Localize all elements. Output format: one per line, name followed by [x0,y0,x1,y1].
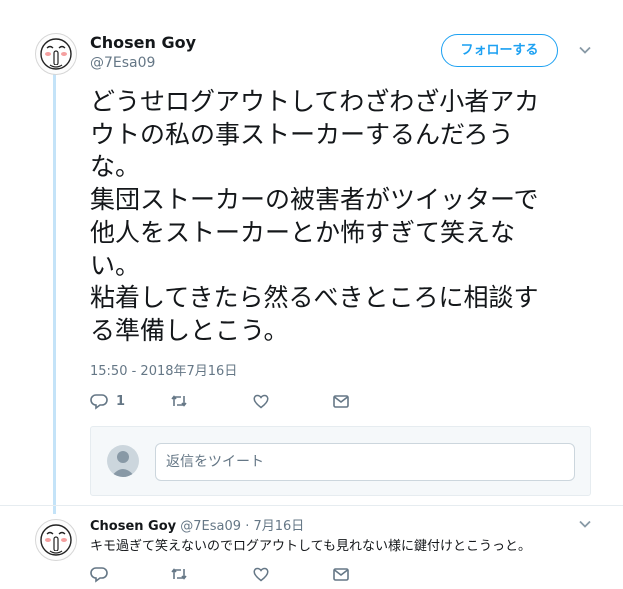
reply-header: Chosen Goy @7Esa09 · 7月16日 [90,515,304,534]
reply-retweet-button[interactable] [170,565,188,583]
reply-author-name[interactable]: Chosen Goy [90,519,176,534]
reply-more-options-chevron-icon[interactable] [578,516,592,535]
tweet-text-line: る準備しとこう。 [90,315,289,345]
tweet-timestamp[interactable]: 15:50 - 2018年7月16日 [90,360,237,379]
retweet-icon [171,568,187,580]
reply-input[interactable]: 返信をツイート [155,443,575,481]
default-user-icon [111,451,135,477]
tweet-text-line: 粘着してきたら然るべきところに相談す [90,283,539,313]
shush-face-icon [40,524,72,556]
mail-icon [333,568,349,581]
reply-count: 1 [116,393,126,409]
tweet-text-line: ウトの私の事ストーカーするんだろう [90,119,514,149]
reply-author-handle[interactable]: @7Esa09 [180,519,241,534]
shush-face-icon [40,38,72,70]
reply-author-avatar[interactable] [35,519,77,561]
reply-text: キモ過ぎて笑えないのでログアウトしても見れない様に鍵付けとこうっと。 [90,539,531,554]
tweet-text: どうせログアウトしてわざわざ小者アカ ウトの私の事ストーカーするんだろう な。 … [90,86,610,348]
tweet-text-line: 他人をストーカーとか怖すぎて笑えな [90,217,516,247]
heart-icon [253,394,269,409]
heart-icon [253,567,269,582]
follow-button[interactable]: フォローする [441,34,558,67]
reply-separator: · [245,519,250,534]
reply-compose-box: 返信をツイート [90,426,591,496]
author-handle[interactable]: @7Esa09 [90,55,155,71]
retweet-button[interactable] [170,392,188,410]
reply-icon [90,394,108,410]
mail-icon [333,395,349,408]
retweet-icon [171,395,187,407]
reply-button[interactable]: 1 [90,392,125,410]
author-name[interactable]: Chosen Goy [90,33,196,52]
reply-like-button[interactable] [252,565,270,583]
author-avatar[interactable] [35,33,77,75]
divider [0,505,623,506]
direct-message-button[interactable] [332,392,350,410]
like-button[interactable] [252,392,270,410]
more-options-chevron-icon[interactable] [578,42,592,61]
reply-icon [90,567,108,583]
user-avatar [107,445,139,477]
reply-reply-button[interactable] [90,565,108,583]
tweet-text-line: な。 [90,152,141,182]
reply-input-placeholder: 返信をツイート [166,454,264,470]
thread-line [53,74,56,514]
tweet-text-line: どうせログアウトしてわざわざ小者アカ [90,87,540,116]
reply-direct-message-button[interactable] [332,565,350,583]
reply-date[interactable]: 7月16日 [253,519,304,534]
tweet-text-line: い。 [90,250,141,280]
tweet-text-line: 集団ストーカーの被害者がツイッターで [90,185,539,215]
